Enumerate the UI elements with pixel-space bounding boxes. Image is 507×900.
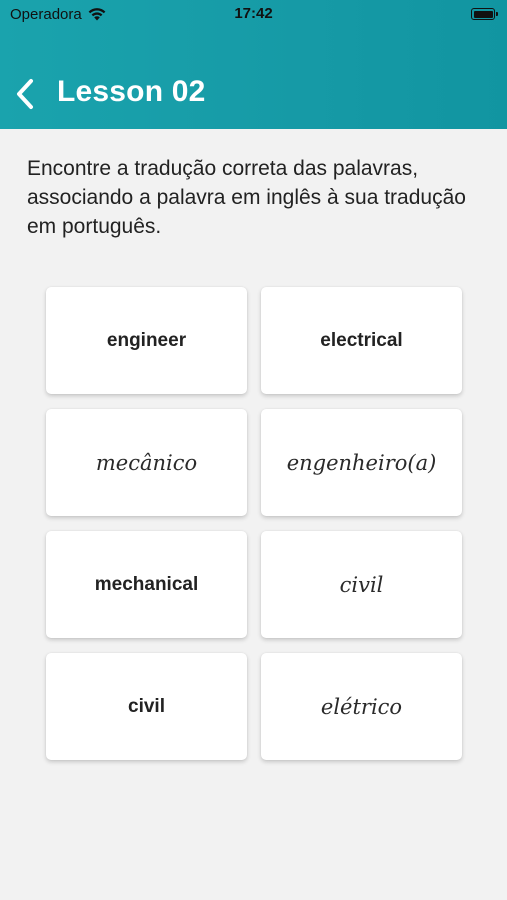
chevron-left-icon	[17, 79, 33, 109]
back-button[interactable]	[12, 76, 38, 112]
status-bar: Operadora 17:42	[0, 0, 507, 30]
page-title: Lesson 02	[57, 75, 206, 108]
translation-card-engenheiro[interactable]: engenheiro(a)	[261, 409, 462, 516]
translation-card-mecanico[interactable]: mecânico	[46, 409, 247, 516]
status-time: 17:42	[234, 5, 273, 22]
card-label: elétrico	[320, 694, 403, 719]
navigation-header: Operadora 17:42 Lesson 02	[0, 0, 507, 129]
translation-card-civil[interactable]: civil	[261, 531, 462, 638]
instructions-text: Encontre a tradução correta das palavras…	[27, 157, 466, 238]
card-label: civil	[339, 572, 384, 597]
card-label: mecânico	[95, 450, 198, 475]
word-card-electrical[interactable]: electrical	[261, 287, 462, 394]
card-label: mechanical	[94, 573, 199, 595]
battery-icon	[471, 8, 498, 20]
word-card-mechanical[interactable]: mechanical	[46, 531, 247, 638]
card-label: electrical	[320, 329, 403, 351]
word-card-engineer[interactable]: engineer	[46, 287, 247, 394]
translation-card-eletrico[interactable]: elétrico	[261, 653, 462, 760]
card-label: engenheiro(a)	[286, 450, 437, 475]
word-card-civil[interactable]: civil	[46, 653, 247, 760]
card-label: engineer	[106, 329, 187, 351]
card-label: civil	[128, 695, 165, 717]
